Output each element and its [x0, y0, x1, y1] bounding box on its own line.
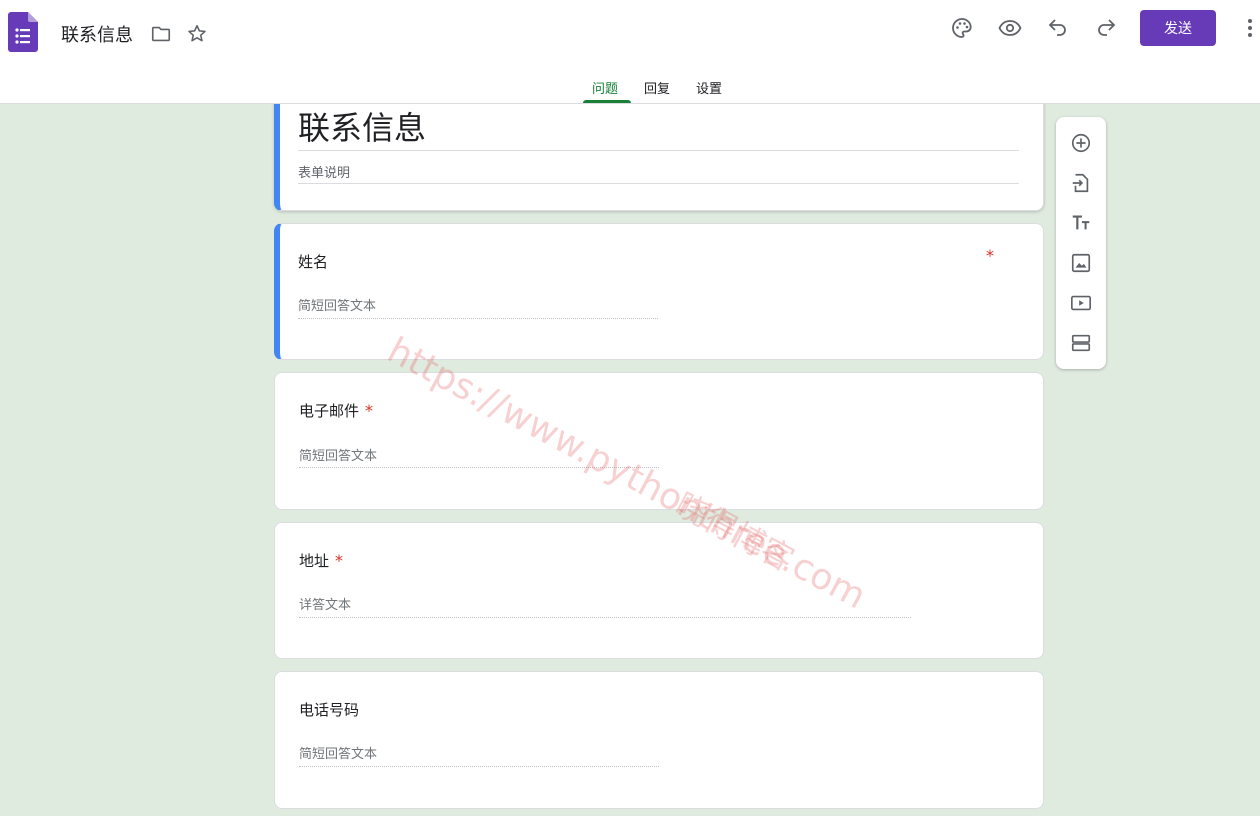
- question-toolbar: [1056, 117, 1106, 369]
- answer-underline: [299, 766, 659, 767]
- question-title[interactable]: 电话号码: [299, 699, 359, 720]
- question-title[interactable]: 姓名: [298, 251, 328, 272]
- required-marker: *: [335, 551, 344, 570]
- question-title-text: 电子邮件: [299, 402, 360, 420]
- form-description-input[interactable]: 表单说明: [298, 162, 350, 181]
- paragraph-answer-hint: 详答文本: [299, 598, 352, 613]
- answer-underline: [299, 617, 911, 618]
- answer-underline: [299, 467, 659, 468]
- add-image-icon[interactable]: [1069, 251, 1093, 275]
- add-question-icon[interactable]: [1069, 131, 1093, 155]
- active-tab-indicator: [583, 100, 631, 103]
- eye-icon[interactable]: [998, 16, 1022, 40]
- divider: [298, 183, 1019, 184]
- forms-logo-icon[interactable]: [8, 12, 38, 52]
- add-section-icon[interactable]: [1069, 331, 1093, 355]
- question-card-email[interactable]: 电子邮件 * 简短回答文本: [274, 372, 1044, 510]
- form-header-card[interactable]: 联系信息 表单说明: [274, 88, 1044, 211]
- answer-underline: [298, 318, 658, 319]
- form-title[interactable]: 联系信息: [298, 103, 426, 149]
- redo-icon[interactable]: [1094, 16, 1118, 40]
- add-title-icon[interactable]: [1069, 211, 1093, 235]
- short-answer-hint: 简短回答文本: [299, 747, 378, 762]
- app-header: 联系信息 发送 问题 回复 设置: [0, 0, 1260, 104]
- add-video-icon[interactable]: [1069, 291, 1093, 315]
- divider: [298, 150, 1019, 151]
- question-card-address[interactable]: 地址 * 详答文本: [274, 522, 1044, 659]
- short-answer-hint: 简短回答文本: [299, 449, 378, 464]
- tab-questions[interactable]: 问题: [592, 78, 618, 97]
- document-title[interactable]: 联系信息: [61, 21, 133, 47]
- question-title-text: 地址: [299, 552, 330, 570]
- undo-icon[interactable]: [1046, 16, 1070, 40]
- question-title[interactable]: 电子邮件 *: [299, 400, 373, 421]
- palette-icon[interactable]: [950, 16, 974, 40]
- send-button[interactable]: 发送: [1140, 10, 1216, 46]
- tab-bar: 问题 回复 设置: [0, 74, 1260, 104]
- short-answer-hint: 简短回答文本: [298, 299, 377, 314]
- tab-settings[interactable]: 设置: [696, 78, 722, 97]
- import-questions-icon[interactable]: [1069, 171, 1093, 195]
- question-card-phone[interactable]: 电话号码 简短回答文本: [274, 671, 1044, 809]
- star-icon[interactable]: [185, 22, 209, 46]
- folder-icon[interactable]: [149, 22, 173, 46]
- tab-responses[interactable]: 回复: [644, 78, 670, 97]
- question-card-name[interactable]: 姓名 * 简短回答文本: [274, 223, 1044, 360]
- required-marker: *: [365, 401, 374, 420]
- required-marker: *: [986, 246, 994, 265]
- more-vert-icon[interactable]: [1238, 16, 1260, 40]
- question-title[interactable]: 地址 *: [299, 550, 343, 571]
